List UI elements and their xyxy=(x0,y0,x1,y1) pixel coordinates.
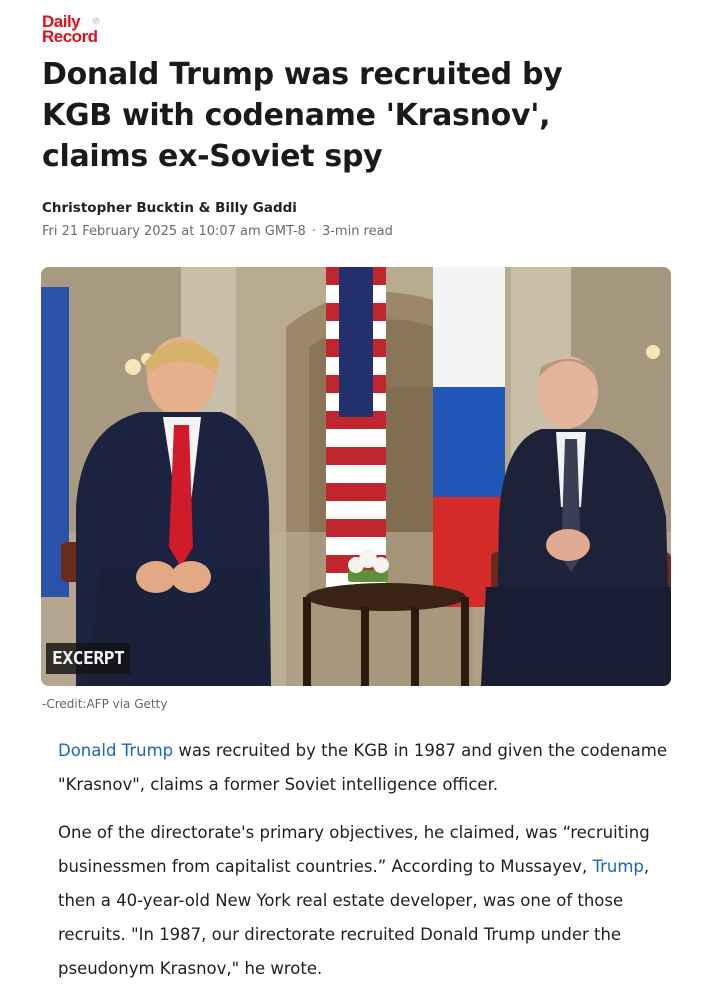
article-photo[interactable] xyxy=(41,267,671,686)
trump-link[interactable]: Trump xyxy=(592,857,643,876)
excerpt-badge: EXCERPT xyxy=(46,643,131,674)
read-time: 3-min read xyxy=(321,224,393,239)
paragraph-1: Donald Trump was recruited by the KGB in… xyxy=(58,734,678,802)
donald-trump-link[interactable]: Donald Trump xyxy=(58,741,173,760)
logo-line-record: Record xyxy=(42,27,98,46)
article-authors[interactable]: Christopher Bucktin & Billy Gaddi xyxy=(42,200,297,216)
meta-separator: · xyxy=(311,224,316,239)
article-meta: Fri 21 February 2025 at 10:07 am GMT-8 · 3… xyxy=(42,224,393,239)
logo-emblem-icon: ✵ xyxy=(91,14,102,28)
publish-date: Fri 21 February 2025 at 10:07 am GMT-8 xyxy=(42,224,306,239)
photo-illustration xyxy=(41,267,671,686)
paragraph-2-text-start: One of the directorate's primary objecti… xyxy=(58,823,650,876)
photo-credit: -Credit:AFP via Getty xyxy=(42,697,168,711)
daily-record-logo[interactable]: Daily Record ✵ xyxy=(42,13,122,48)
article-headline: Donald Trump was recruited by KGB with c… xyxy=(42,57,563,174)
paragraph-2: One of the directorate's primary objecti… xyxy=(58,816,678,986)
